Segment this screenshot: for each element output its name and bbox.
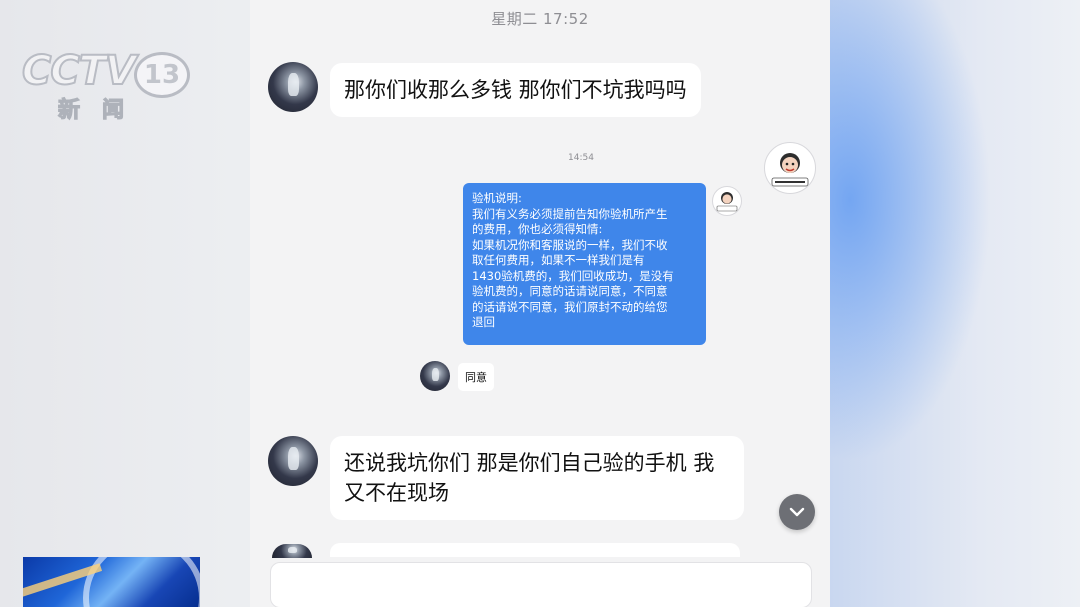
customer-avatar[interactable] [268, 436, 318, 486]
screenshot-shop-avatar-icon [716, 192, 738, 212]
channel-logo: CCTV 13 新闻 [18, 46, 190, 124]
broadcast-thumbnail [23, 557, 200, 607]
customer-avatar[interactable] [268, 62, 318, 112]
customer-message-text: 还说我坑你们 那是你们自己验的手机 我 又不在现场 [344, 451, 715, 505]
chevron-down-icon [789, 507, 805, 517]
screenshot-shop-avatar [712, 186, 742, 216]
background-glow [830, 0, 1080, 607]
message-input[interactable] [270, 562, 812, 607]
agree-reply-text: 同意 [465, 371, 487, 384]
scroll-down-button[interactable] [779, 494, 815, 530]
shop-avatar[interactable] [764, 142, 816, 194]
customer-message-text: 那你们收那么多钱 那你们不坑我吗吗 [344, 78, 687, 102]
shop-avatar-icon [771, 153, 809, 187]
verification-notice-bubble: 验机说明: 我们有义务必须提前告知你验机所产生 的费用，你也必须得知情: 如果机… [463, 183, 706, 345]
chat-timestamp: 星期二 17:52 [491, 10, 589, 28]
chat-screen: 星期二 17:52 那你们收那么多钱 那你们不坑我吗吗 14:54 验机说明: … [250, 0, 830, 607]
channel-logo-text: CCTV [21, 47, 137, 95]
video-frame: CCTV 13 新闻 星期二 17:52 那你们收那么多钱 那你们不坑我吗吗 1 [0, 0, 1080, 607]
screenshot-timestamp: 14:54 [568, 153, 594, 163]
partial-message-bubble [330, 543, 740, 557]
screenshot-customer-avatar [420, 361, 450, 391]
verification-notice-text: 验机说明: 我们有义务必须提前告知你验机所产生 的费用，你也必须得知情: 如果机… [472, 191, 674, 329]
agree-reply-bubble: 同意 [458, 363, 494, 391]
customer-avatar [272, 544, 312, 558]
customer-message-bubble: 那你们收那么多钱 那你们不坑我吗吗 [330, 63, 701, 117]
customer-message-bubble: 还说我坑你们 那是你们自己验的手机 我 又不在现场 [330, 436, 744, 520]
channel-sub-label: 新闻 [57, 97, 147, 123]
